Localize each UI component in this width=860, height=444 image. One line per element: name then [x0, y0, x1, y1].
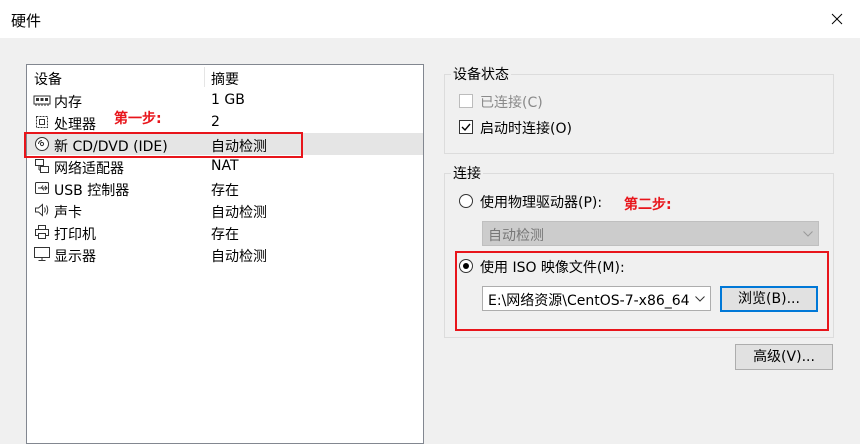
connected-checkbox[interactable] [459, 94, 473, 108]
device-row-sound-card[interactable]: 声卡 自动检测 [27, 199, 423, 221]
device-summary: 2 [211, 114, 220, 130]
memory-icon [33, 95, 51, 106]
device-name: 网络适配器 [54, 161, 124, 177]
device-list[interactable]: 设备 摘要 内存 1 GB 处理器 2 新 CD/DVD (IDE) 自动检测 [26, 64, 424, 444]
title-bar: 硬件 [0, 0, 860, 38]
physical-drive-label: 使用物理驱动器(P): [480, 195, 603, 211]
device-summary: NAT [211, 158, 239, 174]
window-title: 硬件 [11, 12, 42, 30]
device-summary: 存在 [211, 227, 239, 243]
device-name: 打印机 [54, 227, 96, 243]
device-status-group [444, 74, 834, 154]
highlight-box-iso [455, 251, 829, 331]
usb-icon [35, 182, 49, 194]
device-summary: 1 GB [211, 92, 245, 108]
device-summary: 存在 [211, 183, 239, 199]
advanced-button[interactable]: 高级(V)... [735, 344, 833, 370]
chevron-down-icon [803, 231, 813, 237]
device-row-memory[interactable]: 内存 1 GB [27, 89, 423, 111]
close-icon [831, 13, 843, 25]
device-summary: 自动检测 [211, 249, 267, 265]
device-name: 声卡 [54, 205, 82, 221]
physical-drive-dropdown-value: 自动检测 [488, 228, 544, 244]
column-header-device[interactable]: 设备 [34, 69, 62, 89]
annotation-step-two: 第二步: [624, 197, 672, 213]
printer-icon [35, 225, 49, 239]
connect-at-power-on-checkbox[interactable] [459, 120, 473, 134]
processor-icon [36, 116, 48, 128]
close-button[interactable] [814, 0, 860, 38]
device-name: 内存 [54, 95, 82, 111]
device-row-network-adapter[interactable]: 网络适配器 NAT [27, 155, 423, 177]
checkmark-icon [461, 123, 471, 132]
speaker-icon [35, 203, 49, 217]
connection-title: 连接 [451, 163, 483, 183]
connect-at-power-on-label: 启动时连接(O) [480, 121, 572, 137]
device-summary: 自动检测 [211, 205, 267, 221]
monitor-icon [34, 247, 50, 261]
device-name: USB 控制器 [54, 183, 130, 199]
physical-drive-radio[interactable] [459, 194, 473, 208]
highlight-box-cd-dvd [24, 132, 303, 158]
physical-drive-dropdown[interactable]: 自动检测 [482, 221, 819, 246]
column-header-summary[interactable]: 摘要 [211, 69, 239, 89]
device-row-processor[interactable]: 处理器 2 [27, 111, 423, 133]
device-row-usb[interactable]: USB 控制器 存在 [27, 177, 423, 199]
list-header: 设备 摘要 [27, 65, 423, 89]
device-name: 显示器 [54, 249, 96, 265]
column-separator[interactable] [204, 67, 205, 87]
network-adapter-icon [35, 159, 49, 173]
device-row-printer[interactable]: 打印机 存在 [27, 221, 423, 243]
device-row-monitor[interactable]: 显示器 自动检测 [27, 243, 423, 265]
connected-label: 已连接(C) [480, 95, 543, 111]
device-name: 处理器 [54, 117, 96, 133]
device-status-title: 设备状态 [451, 64, 511, 84]
annotation-step-one: 第一步: [114, 111, 162, 127]
